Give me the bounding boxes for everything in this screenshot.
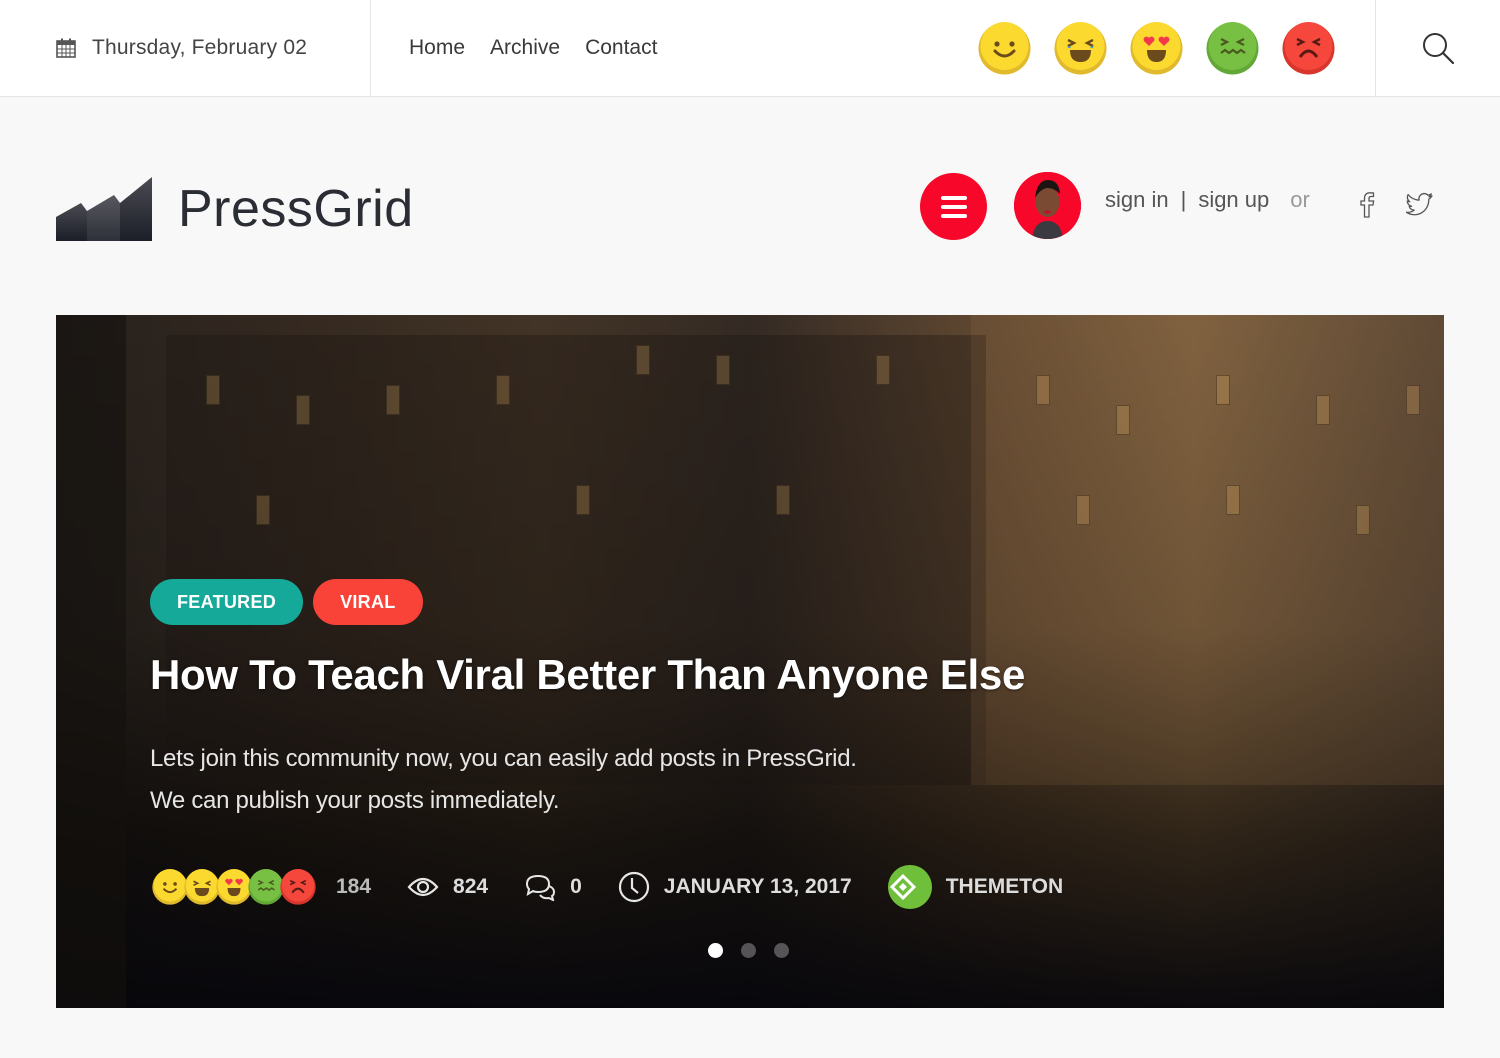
author-name: THEMETON (945, 875, 1064, 898)
tag-featured[interactable]: FEATURED (150, 579, 304, 625)
hamburger-icon-line (940, 213, 967, 218)
reaction-filter (978, 22, 1335, 75)
author-avatar (887, 865, 932, 909)
excerpt-line: We can publish your posts immediately. (150, 787, 560, 814)
background-window (386, 385, 400, 415)
background-window (296, 395, 310, 425)
hamburger-icon-line (940, 195, 967, 200)
background-building (56, 315, 126, 1008)
angry-emoji-icon (280, 869, 316, 905)
current-date: Thursday, February 02 (92, 36, 308, 59)
post-excerpt: Lets join this community now, you can ea… (150, 738, 1050, 822)
background-window (496, 375, 510, 405)
reaction-summary[interactable] (152, 869, 316, 905)
background-window (1036, 375, 1050, 405)
background-window (1076, 495, 1090, 525)
auth-separator: | (1180, 187, 1187, 212)
eye-icon (407, 877, 439, 897)
slider-dot-3[interactable] (774, 943, 789, 958)
menu-button[interactable] (920, 173, 987, 240)
date-display: Thursday, February 02 (0, 0, 371, 96)
background-window (1406, 385, 1420, 415)
logo-text: PressGrid (178, 180, 414, 238)
background-window (776, 485, 790, 515)
twitter-link[interactable] (1405, 190, 1434, 218)
nav-home[interactable]: Home (409, 36, 465, 60)
featured-slider[interactable]: FEATURED VIRAL How To Teach Viral Better… (56, 315, 1444, 1008)
background-window (576, 485, 590, 515)
slider-dot-1[interactable] (708, 943, 723, 958)
author-meta[interactable]: THEMETON (887, 865, 1064, 909)
auth-links: sign in | sign up or (1105, 187, 1310, 213)
sick-emoji-icon[interactable] (1206, 22, 1259, 75)
top-nav: Home Archive Contact (409, 0, 657, 96)
search-icon (1423, 33, 1455, 65)
sick-emoji-icon (248, 869, 284, 905)
sign-in-link[interactable]: sign in (1105, 187, 1169, 213)
avatar-image (1014, 172, 1081, 239)
twitter-icon (1405, 192, 1433, 216)
site-logo[interactable]: PressGrid (56, 177, 414, 241)
logo-icon (56, 177, 152, 241)
nav-archive[interactable]: Archive (490, 36, 560, 60)
smile-emoji-icon[interactable] (978, 22, 1031, 75)
or-label: or (1290, 187, 1310, 212)
laugh-emoji-icon (184, 869, 220, 905)
smile-emoji-icon (152, 869, 188, 905)
background-window (636, 345, 650, 375)
background-window (716, 355, 730, 385)
date-meta: JANUARY 13, 2017 (618, 871, 852, 903)
views-meta: 824 (407, 875, 488, 899)
background-building (166, 335, 986, 785)
background-window (1316, 395, 1330, 425)
post-meta: 184 824 0 JANUARY 13, 2017 THEMETON (152, 865, 1063, 909)
comments-count: 0 (570, 875, 582, 898)
background-window (1356, 505, 1370, 535)
nav-contact[interactable]: Contact (585, 36, 657, 60)
hamburger-icon-line (940, 204, 967, 209)
slider-dot-2[interactable] (741, 943, 756, 958)
angry-emoji-icon[interactable] (1282, 22, 1335, 75)
comments-meta[interactable]: 0 (524, 873, 582, 901)
facebook-link[interactable] (1353, 190, 1381, 218)
author-logo-icon (889, 874, 916, 900)
love-emoji-icon[interactable] (1130, 22, 1183, 75)
clock-icon (618, 871, 649, 903)
background-window (1226, 485, 1240, 515)
post-date: JANUARY 13, 2017 (663, 875, 852, 898)
calendar-icon (56, 38, 76, 58)
post-title[interactable]: How To Teach Viral Better Than Anyone El… (150, 651, 1025, 699)
facebook-icon (1360, 192, 1375, 218)
background-window (1116, 405, 1130, 435)
background-window (206, 375, 220, 405)
sign-up-link[interactable]: sign up (1198, 187, 1269, 213)
love-emoji-icon (216, 869, 252, 905)
search-button[interactable] (1375, 0, 1500, 96)
background-window (256, 495, 270, 525)
background-window (1216, 375, 1230, 405)
user-avatar[interactable] (1014, 172, 1081, 239)
tag-viral[interactable]: VIRAL (313, 579, 423, 625)
reaction-count: 184 (336, 875, 372, 898)
slider-pagination (708, 943, 789, 958)
laugh-emoji-icon[interactable] (1054, 22, 1107, 75)
post-tags: FEATURED VIRAL (150, 579, 423, 625)
excerpt-line: Lets join this community now, you can ea… (150, 745, 857, 772)
top-bar: Thursday, February 02 Home Archive Conta… (0, 0, 1500, 97)
comments-icon (526, 874, 556, 901)
views-count: 824 (453, 875, 489, 898)
background-window (876, 355, 890, 385)
